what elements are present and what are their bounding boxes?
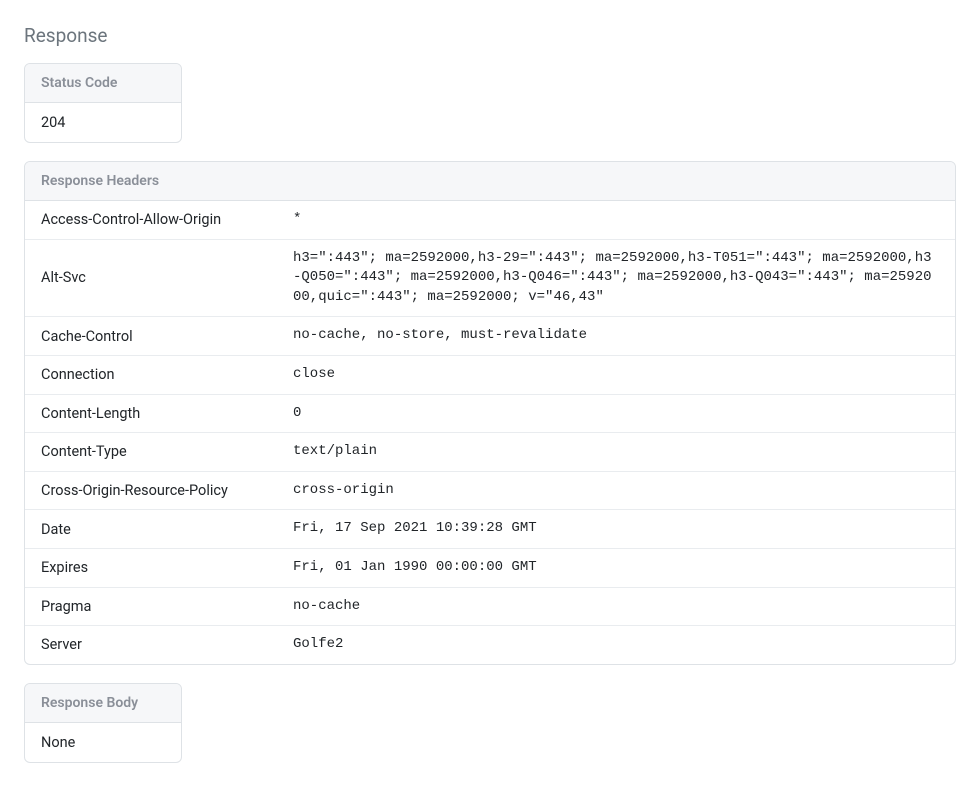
header-row: DateFri, 17 Sep 2021 10:39:28 GMT bbox=[25, 510, 955, 549]
header-row: Content-Typetext/plain bbox=[25, 433, 955, 472]
header-key: Content-Type bbox=[25, 433, 277, 472]
header-value: no-cache bbox=[277, 587, 955, 626]
response-headers-block: Response Headers Access-Control-Allow-Or… bbox=[24, 161, 956, 665]
header-key: Connection bbox=[25, 355, 277, 394]
header-key: Cache-Control bbox=[25, 317, 277, 356]
status-code-value: 204 bbox=[25, 103, 181, 143]
header-key: Date bbox=[25, 510, 277, 549]
header-row: ServerGolfe2 bbox=[25, 626, 955, 664]
header-row: Alt-Svch3=":443"; ma=2592000,h3-29=":443… bbox=[25, 239, 955, 317]
header-row: ExpiresFri, 01 Jan 1990 00:00:00 GMT bbox=[25, 548, 955, 587]
header-value: cross-origin bbox=[277, 471, 955, 510]
header-value: no-cache, no-store, must-revalidate bbox=[277, 317, 955, 356]
status-code-header: Status Code bbox=[25, 64, 181, 103]
header-key: Pragma bbox=[25, 587, 277, 626]
header-value: text/plain bbox=[277, 433, 955, 472]
response-body-block: Response Body None bbox=[24, 683, 182, 763]
response-body-title: Response Body bbox=[25, 684, 181, 723]
header-key: Expires bbox=[25, 548, 277, 587]
header-value: Golfe2 bbox=[277, 626, 955, 664]
header-key: Content-Length bbox=[25, 394, 277, 433]
header-key: Cross-Origin-Resource-Policy bbox=[25, 471, 277, 510]
header-row: Cross-Origin-Resource-Policycross-origin bbox=[25, 471, 955, 510]
header-value: h3=":443"; ma=2592000,h3-29=":443"; ma=2… bbox=[277, 239, 955, 317]
header-row: Connectionclose bbox=[25, 355, 955, 394]
header-row: Cache-Controlno-cache, no-store, must-re… bbox=[25, 317, 955, 356]
header-row: Content-Length0 bbox=[25, 394, 955, 433]
status-code-block: Status Code 204 bbox=[24, 63, 182, 143]
header-value: 0 bbox=[277, 394, 955, 433]
header-row: Pragmano-cache bbox=[25, 587, 955, 626]
header-value: * bbox=[277, 201, 955, 240]
response-body-value: None bbox=[25, 722, 181, 762]
response-title: Response bbox=[24, 24, 956, 47]
header-value: close bbox=[277, 355, 955, 394]
response-headers-title: Response Headers bbox=[25, 162, 955, 201]
header-key: Alt-Svc bbox=[25, 239, 277, 317]
header-key: Server bbox=[25, 626, 277, 664]
header-value: Fri, 17 Sep 2021 10:39:28 GMT bbox=[277, 510, 955, 549]
header-key: Access-Control-Allow-Origin bbox=[25, 201, 277, 240]
header-row: Access-Control-Allow-Origin* bbox=[25, 201, 955, 240]
header-value: Fri, 01 Jan 1990 00:00:00 GMT bbox=[277, 548, 955, 587]
